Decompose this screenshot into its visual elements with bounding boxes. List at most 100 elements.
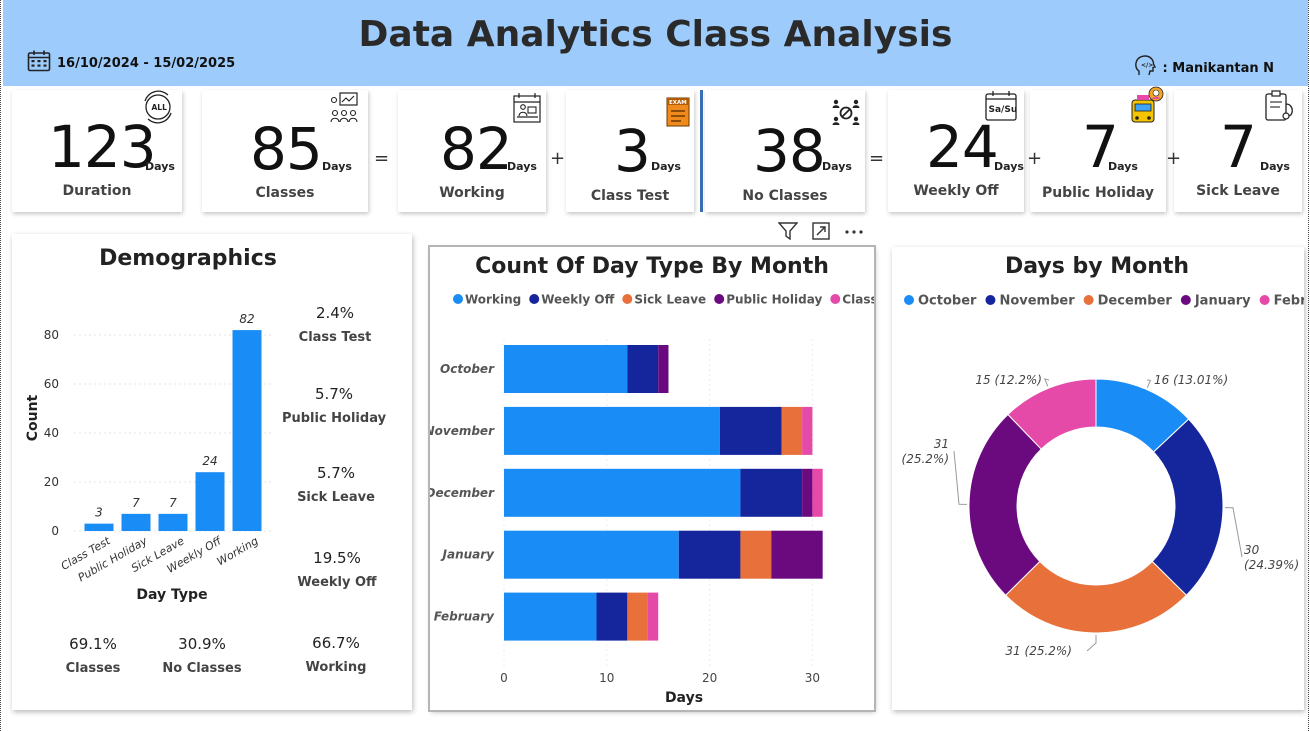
svg-text:ALL: ALL: [152, 103, 168, 112]
calendar-icon: [27, 50, 51, 76]
bar-segment: [504, 406, 720, 455]
filter-icon[interactable]: [777, 222, 799, 244]
legend-label: Working: [465, 293, 521, 307]
bar-segment: [504, 530, 679, 579]
svg-text:EXAM: EXAM: [669, 100, 687, 106]
date-range-text: 16/10/2024 - 15/02/2025: [57, 55, 236, 71]
data-label: 16 (13.01%): [1154, 373, 1228, 387]
kpi-card-classes[interactable]: 85 Days Classes: [202, 90, 368, 212]
bar-segment: [647, 592, 659, 641]
chart-title: Days by Month: [1005, 254, 1189, 279]
more-options-icon[interactable]: [844, 222, 864, 244]
calendar-desk-icon: [510, 92, 544, 130]
kpi-value: 82: [440, 115, 513, 183]
kpi-card-duration[interactable]: ALL 123 Days Duration: [12, 90, 182, 212]
legend-label: February: [1274, 294, 1304, 309]
pct-value: 66.7%: [312, 634, 360, 652]
kpi-card-class-test[interactable]: EXAM 3 Days Class Test: [566, 90, 694, 212]
pct-classes: 69.1% Classes: [33, 635, 153, 676]
kpi-card-weekly-off[interactable]: Sa/Su 24 Days Weekly Off: [888, 90, 1024, 212]
bar-segment: [504, 345, 628, 393]
legend-label: October: [918, 294, 977, 309]
legend-marker: [985, 295, 996, 305]
pct-value: 2.4%: [315, 304, 355, 322]
kpi-unit: Days: [1260, 160, 1290, 173]
leader-line: [1043, 378, 1050, 387]
operator-plus: +: [1027, 148, 1043, 169]
pct-value: 5.7%: [314, 385, 354, 403]
date-range: 16/10/2024 - 15/02/2025: [27, 50, 235, 76]
day-type-month-panel[interactable]: Count Of Day Type By Month Working Weekly …: [428, 245, 876, 712]
kpi-card-no-classes[interactable]: 38 Days No Classes: [705, 90, 865, 212]
kpi-value: 24: [926, 113, 999, 181]
legend-label: November: [999, 294, 1075, 309]
demographics-panel[interactable]: Demographics 0 20 40 60 80 Count 3 Class Test 7 P…: [12, 234, 412, 710]
pct-no-classes: 30.9% No Classes: [142, 635, 262, 676]
kpi-unit: Days: [145, 160, 175, 173]
kpi-value: 38: [753, 117, 826, 185]
data-label: 7: [132, 496, 140, 510]
legend-label: Weekly Off: [541, 293, 614, 307]
pct-value: 69.1%: [69, 635, 117, 653]
y-tick-label: January: [441, 548, 496, 562]
data-label: 7: [169, 496, 177, 510]
exam-icon: EXAM: [666, 97, 690, 131]
visual-toolbar: [777, 222, 864, 244]
author-name: : Manikantan N: [1162, 60, 1274, 76]
operator-equals: =: [374, 148, 390, 169]
data-label: 30: [1244, 543, 1260, 557]
legend-marker: [622, 294, 633, 304]
bar-segment: [781, 406, 803, 455]
pct-label: Working: [305, 660, 367, 675]
x-tick-label: 30: [805, 671, 820, 685]
data-label: 31 (25.2%): [1005, 644, 1072, 658]
pct-label: No Classes: [162, 661, 242, 676]
days-by-month-chart[interactable]: Days by Month October November December Janu…: [892, 247, 1304, 710]
y-tick-label: 80: [44, 328, 59, 342]
bar-segment: [627, 592, 648, 641]
leader-line: [1224, 507, 1243, 558]
bar-segment: [740, 530, 772, 579]
pct-label: Public Holiday: [281, 411, 387, 426]
y-tick-label: December: [430, 486, 495, 500]
pct-value: 30.9%: [178, 635, 226, 653]
bar-segment: [596, 592, 628, 641]
kpi-value: 7: [1220, 113, 1257, 181]
focus-mode-icon[interactable]: [812, 222, 830, 244]
demographics-chart[interactable]: 020406080Count3Class Test7Public Holiday…: [12, 294, 277, 674]
no-people-icon: [831, 98, 861, 132]
pct-sick-leave: 5.7% Sick Leave: [276, 464, 396, 505]
page-border-left: [0, 0, 3, 731]
data-label: 3: [95, 506, 103, 520]
bar-segment: [627, 345, 659, 393]
y-tick-label: October: [440, 362, 495, 376]
leader-line: [953, 450, 968, 505]
data-label: 24: [202, 454, 217, 468]
kpi-card-sick-leave[interactable]: 7 Days Sick Leave: [1174, 90, 1302, 212]
bar: [84, 523, 114, 531]
kpi-card-public-holiday[interactable]: 7 Days Public Holiday: [1030, 86, 1166, 212]
page-border-right: [1308, 0, 1309, 731]
data-label: 82: [239, 312, 254, 326]
kpi-label: Working: [439, 185, 505, 201]
operator-equals: =: [869, 148, 885, 169]
operator-plus: +: [550, 148, 566, 169]
x-tick-label: 20: [702, 671, 717, 685]
kpi-unit: Days: [822, 160, 852, 173]
kpi-value: 3: [614, 117, 651, 185]
medical-report-icon: [1262, 90, 1298, 128]
days-by-month-panel[interactable]: Days by Month October November December Janu…: [892, 247, 1304, 710]
kpi-unit: Days: [1108, 160, 1138, 173]
bar-segment: [812, 468, 823, 517]
bar-segment: [719, 406, 782, 455]
pct-value: 5.7%: [316, 464, 356, 482]
pct-weekly-off: 19.5% Weekly Off: [277, 549, 397, 590]
kpi-card-working[interactable]: 82 Days Working: [398, 90, 546, 212]
pct-working: 66.7% Working: [276, 634, 396, 675]
day-type-month-chart[interactable]: Count Of Day Type By Month Working Weekly …: [430, 247, 874, 710]
bar-segment: [504, 468, 741, 517]
kpi-unit: Days: [651, 160, 681, 173]
data-label: 31: [934, 437, 949, 451]
legend-marker: [1083, 295, 1094, 305]
pct-label: Classes: [65, 661, 121, 676]
